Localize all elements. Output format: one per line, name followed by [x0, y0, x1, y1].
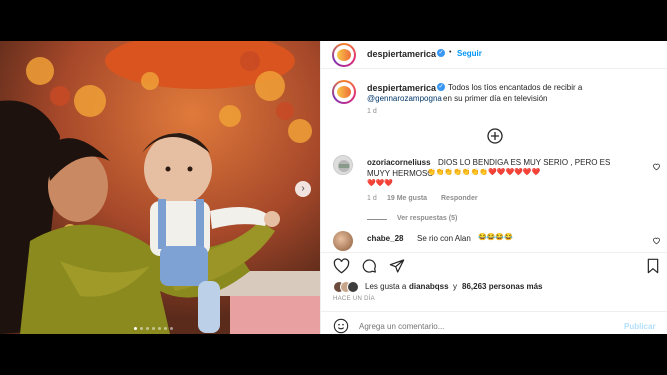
comment-likes[interactable]: 19 Me gusta [387, 195, 427, 202]
load-more-comments-icon[interactable] [487, 128, 503, 144]
comment-reply-button[interactable]: Responder [441, 195, 478, 202]
post-panel: despiertamerica ✓ • Seguir despiertameri… [320, 41, 667, 334]
likes-count[interactable]: 86,263 personas más [462, 282, 543, 291]
likes-middle: y [453, 282, 457, 291]
comment-avatar[interactable] [333, 231, 353, 251]
comment-like-heart-icon[interactable] [652, 162, 661, 171]
comment-box-divider [321, 311, 667, 312]
post-frame: › despiertamerica ✓ • Seguir despiertame… [0, 41, 667, 334]
comment-emoji: 😂😂😂😂 [478, 234, 513, 241]
follow-button[interactable]: Seguir [457, 49, 482, 58]
carousel-dot [140, 327, 143, 330]
comment-text: DIOS LO BENDIGA ES MUY SERIO , PERO ES [438, 158, 611, 167]
post-timestamp[interactable]: HACE UN DÍA [333, 296, 375, 302]
caption-mention[interactable]: @gennarozampogna [367, 94, 442, 103]
comment-emoji-line2: ❤️❤️❤️ [367, 180, 394, 187]
carousel-dot [152, 327, 155, 330]
likes-user[interactable]: dianabqss [409, 282, 449, 291]
caption-avatar[interactable] [332, 80, 356, 104]
comment-username[interactable]: chabe_28 [367, 234, 403, 243]
verified-icon: ✓ [437, 83, 445, 91]
view-replies-button[interactable]: Ver respuestas (5) [397, 215, 457, 222]
caption-text: Todos los tíos encantados de recibir a [448, 83, 583, 92]
post-photo[interactable]: › [0, 41, 320, 334]
view-replies-line [367, 219, 387, 220]
comment-time[interactable]: 1 d [367, 195, 377, 202]
comment-text-line2: MUYY HERMOSO [367, 169, 434, 178]
photo-illustration [0, 41, 320, 334]
carousel-dot-active [134, 327, 137, 330]
caption-time[interactable]: 1 d [367, 108, 377, 115]
comment-text: Se rio con Alan [417, 234, 471, 243]
action-bar [321, 252, 667, 253]
like-heart-icon[interactable] [333, 258, 350, 274]
save-bookmark-icon[interactable] [646, 258, 660, 274]
carousel-dot [164, 327, 167, 330]
publish-button[interactable]: Publicar [624, 322, 656, 331]
carousel-dots [134, 327, 173, 330]
header-separator: • [449, 49, 452, 56]
caption-username[interactable]: despiertamerica [367, 83, 436, 93]
carousel-dot [170, 327, 173, 330]
verified-icon: ✓ [437, 49, 445, 57]
next-arrow-button[interactable]: › [295, 181, 311, 197]
comment-bubble-icon[interactable] [361, 258, 377, 274]
carousel-dot [146, 327, 149, 330]
comment-like-heart-icon[interactable] [652, 236, 661, 245]
comment-username[interactable]: ozoriacorneliuss [367, 158, 431, 167]
post-header: despiertamerica ✓ • Seguir [321, 41, 667, 69]
author-username[interactable]: despiertamerica [367, 49, 436, 59]
comment-emoji: 👏👏👏👏👏👏👏❤️❤️❤️❤️❤️❤️ [427, 169, 541, 176]
comment-input[interactable] [359, 319, 599, 333]
carousel-dot [158, 327, 161, 330]
caption-rest: en su primer día en televisión [443, 94, 548, 103]
liker-avatar[interactable] [347, 281, 359, 293]
author-avatar[interactable] [332, 43, 356, 67]
share-paper-plane-icon[interactable] [389, 258, 405, 274]
comment-avatar[interactable] [333, 155, 353, 175]
emoji-smiley-icon[interactable] [333, 318, 349, 334]
liker-avatars [333, 281, 363, 293]
likes-prefix: Les gusta a [365, 282, 407, 291]
